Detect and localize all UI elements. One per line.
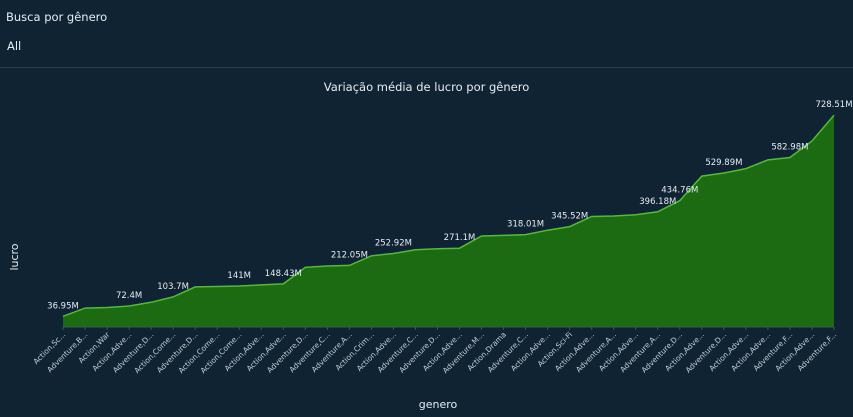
data-point[interactable] <box>832 113 836 117</box>
data-label: 36.95M <box>47 301 79 311</box>
data-point[interactable] <box>436 247 440 251</box>
data-point[interactable] <box>281 282 285 286</box>
filter-panel: Busca por gênero All <box>0 0 853 68</box>
data-point[interactable] <box>83 306 87 310</box>
data-point[interactable] <box>303 265 307 269</box>
data-label: 318.01M <box>507 220 544 230</box>
data-point[interactable] <box>700 174 704 178</box>
data-label: 212.05M <box>331 250 368 260</box>
data-label: 72.4M <box>116 291 142 301</box>
data-point[interactable] <box>634 213 638 217</box>
data-point[interactable] <box>810 139 814 143</box>
data-label: 345.52M <box>551 212 588 222</box>
data-point[interactable] <box>612 214 616 218</box>
y-axis-label: lucro <box>8 243 21 270</box>
data-point[interactable] <box>105 306 109 310</box>
filter-label: Busca por gênero <box>6 10 108 24</box>
data-point[interactable] <box>414 248 418 252</box>
genre-filter-dropdown[interactable]: All <box>7 39 21 53</box>
data-point[interactable] <box>722 171 726 175</box>
data-point[interactable] <box>127 304 131 308</box>
data-point[interactable] <box>347 263 351 267</box>
data-point[interactable] <box>259 283 263 287</box>
data-label: 728.51M <box>815 100 852 110</box>
data-point[interactable] <box>325 264 329 268</box>
profit-area-chart: 36.95M 72.4M 103.7M 141M 148.43M 212.05M 252.9… <box>8 100 853 411</box>
data-label: 396.18M <box>639 197 676 207</box>
data-point[interactable] <box>656 210 660 214</box>
data-label: 434.76M <box>661 186 698 196</box>
data-point[interactable] <box>502 233 506 237</box>
x-tick-label: Adventure,F... <box>796 330 839 373</box>
data-label: 148.43M <box>265 269 302 279</box>
data-point[interactable] <box>391 252 395 256</box>
data-point[interactable] <box>149 300 153 304</box>
data-label: 582.98M <box>771 143 808 153</box>
data-point[interactable] <box>788 156 792 160</box>
data-point[interactable] <box>369 254 373 258</box>
data-point[interactable] <box>480 234 484 238</box>
data-label: 103.7M <box>157 282 189 292</box>
area-series-fill <box>63 115 834 327</box>
x-axis-label: genero <box>419 398 458 411</box>
data-point[interactable] <box>171 295 175 299</box>
data-point[interactable] <box>546 228 550 232</box>
data-point[interactable] <box>237 284 241 288</box>
data-point[interactable] <box>458 246 462 250</box>
data-point[interactable] <box>61 314 65 318</box>
chart-panel: Variação média de lucro por gênero 36.95… <box>0 68 853 417</box>
data-point[interactable] <box>744 167 748 171</box>
data-point[interactable] <box>678 199 682 203</box>
data-label: 529.89M <box>705 158 742 168</box>
data-point[interactable] <box>215 285 219 289</box>
data-label: 141M <box>227 271 251 281</box>
data-point[interactable] <box>590 215 594 219</box>
data-point[interactable] <box>193 285 197 289</box>
data-point[interactable] <box>568 225 572 229</box>
data-point[interactable] <box>766 158 770 162</box>
data-point[interactable] <box>524 233 528 237</box>
data-label: 271.1M <box>444 233 476 243</box>
data-label: 252.92M <box>375 239 412 249</box>
